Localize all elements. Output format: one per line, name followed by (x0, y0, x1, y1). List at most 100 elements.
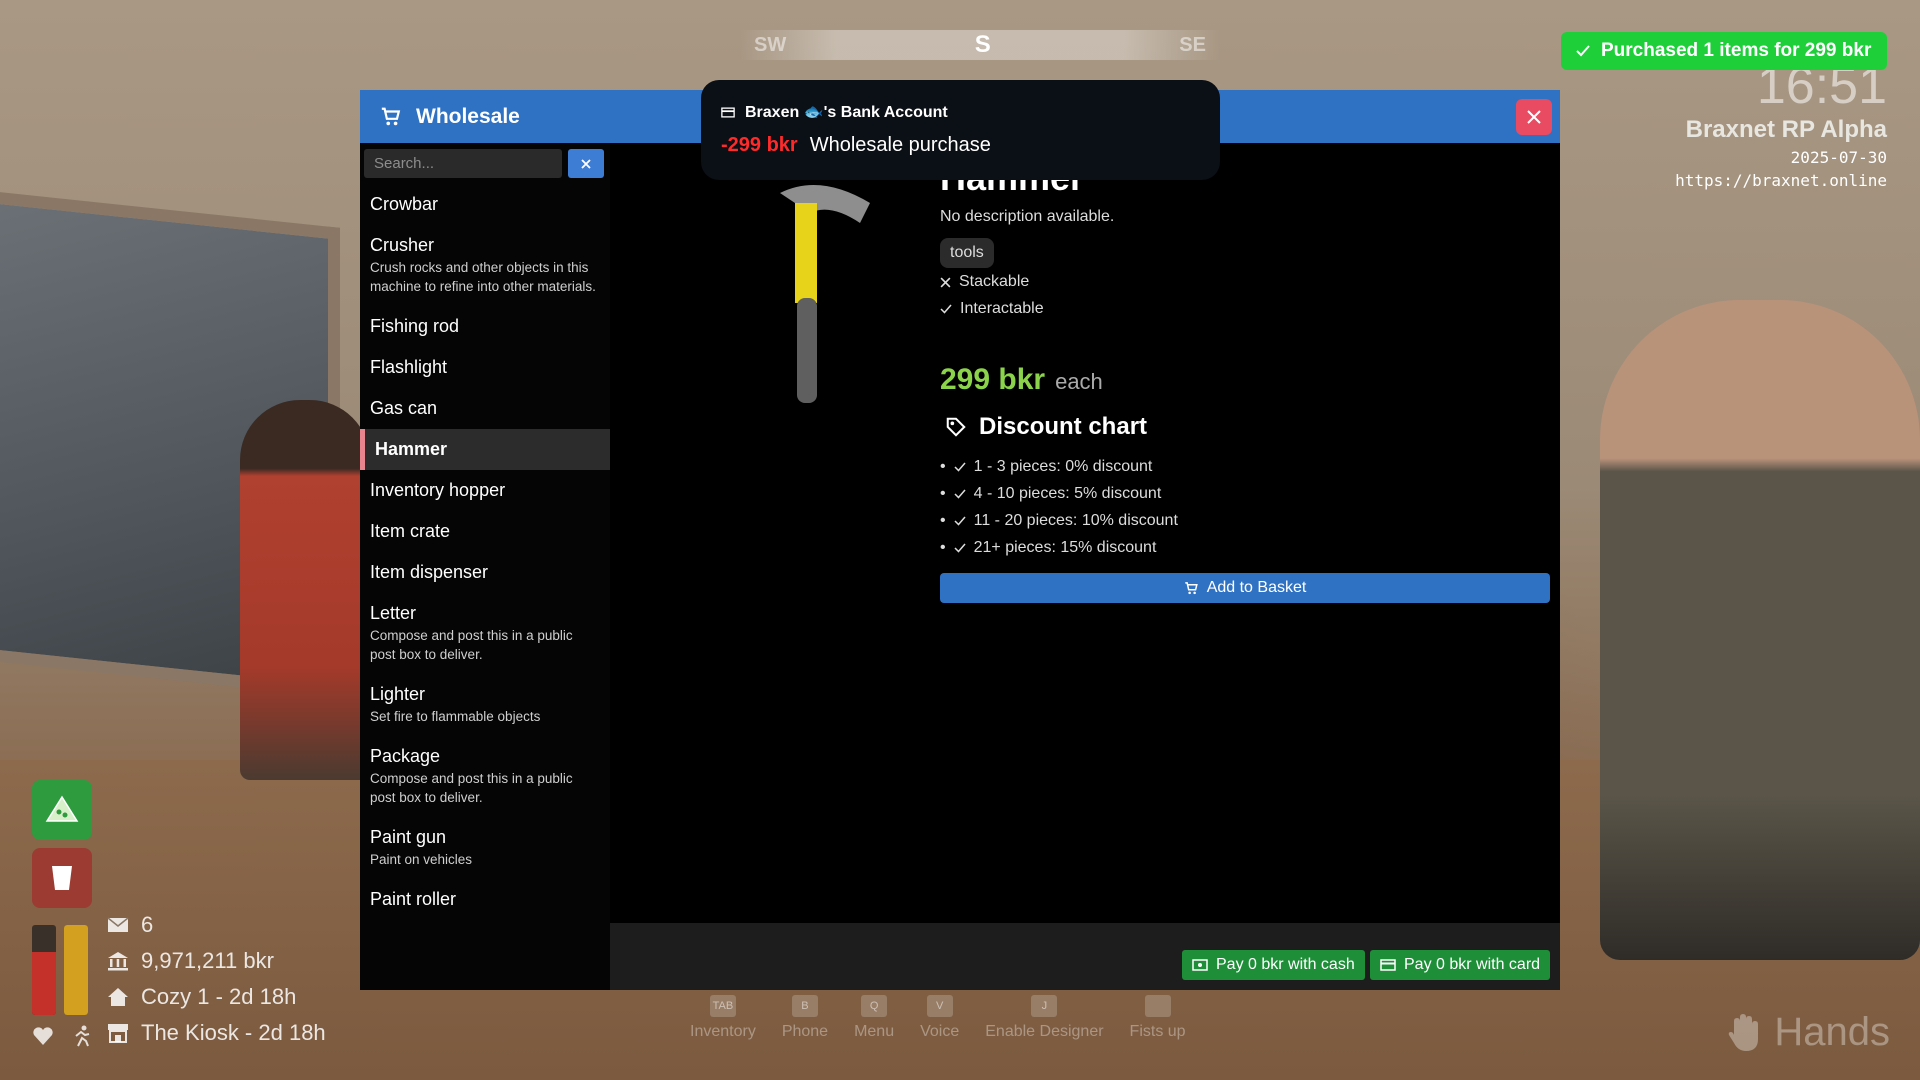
stackable-flag: Stackable (940, 273, 1029, 291)
mail-icon (107, 917, 129, 932)
item-detail: Hammer No description available. tools S… (610, 143, 1560, 923)
pay-card-button[interactable]: Pay 0 bkr with card (1370, 950, 1551, 980)
toast-text: Purchased 1 items for 299 bkr (1601, 40, 1872, 61)
bank-description: Wholesale purchase (809, 134, 991, 156)
money-amount: 9,971,211 bkr (141, 948, 274, 973)
item-name: Flashlight (370, 357, 448, 377)
close-icon (1527, 110, 1541, 124)
list-item[interactable]: Item crate (360, 511, 610, 552)
discount-chart-label: Discount chart (979, 413, 1148, 440)
item-name: Item crate (370, 521, 451, 541)
item-name: Package (370, 746, 441, 766)
hammer-image (780, 185, 870, 403)
item-sidebar: Crowbar Crusher Crush rocks and other obj… (360, 143, 610, 990)
discount-list: • 1 - 3 pieces: 0% discount • 4 - 10 piece… (940, 453, 1178, 561)
discount-item: • 4 - 10 pieces: 5% discount (940, 484, 1162, 502)
list-item[interactable]: Fishing rod (360, 306, 610, 347)
close-button[interactable] (1516, 99, 1552, 135)
item-tag: tools (940, 238, 994, 268)
cart-add-icon (1184, 581, 1198, 594)
item-name: Crusher (370, 235, 435, 255)
server-url: https://braxnet.online (1675, 171, 1887, 190)
tag-icon (946, 417, 966, 437)
list-item[interactable]: Crowbar (360, 184, 610, 225)
item-name: Item dispenser (370, 562, 489, 582)
list-item[interactable]: Gas can (360, 388, 610, 429)
item-name: Crowbar (370, 194, 439, 214)
store-icon (108, 1024, 128, 1043)
action-phone[interactable]: B Phone (782, 995, 828, 1041)
action-inventory[interactable]: TAB Inventory (690, 995, 756, 1041)
action-voice[interactable]: V Voice (920, 995, 959, 1041)
home-icon (108, 988, 128, 1006)
list-item[interactable]: Package Compose and post this in a public… (360, 736, 610, 817)
action-enable-designer[interactable]: J Enable Designer (985, 995, 1104, 1041)
item-desc: Crush rocks and other objects in this ma… (370, 260, 596, 294)
item-name: Lighter (370, 684, 426, 704)
vital-icons (32, 1025, 92, 1047)
compass-center: S (974, 31, 991, 58)
key-hint: B (791, 995, 818, 1017)
bank-account-name: Braxen 🐟's Bank Account (745, 104, 948, 121)
action-label: Fists up (1129, 1023, 1186, 1040)
cross-icon (940, 277, 951, 287)
key-hint: Q (861, 995, 888, 1017)
action-fists-up[interactable]: Fists up (1130, 995, 1186, 1041)
mail-stat: 6 (107, 912, 153, 938)
check-icon (954, 462, 966, 472)
job-icon-box (32, 780, 92, 840)
action-label: Voice (920, 1023, 960, 1040)
discount-text: 1 - 3 pieces: 0% discount (973, 457, 1153, 475)
item-name: Hammer (375, 439, 448, 459)
item-name: Inventory hopper (370, 480, 506, 500)
pay-cash-button[interactable]: Pay 0 bkr with cash (1182, 950, 1365, 980)
key-hint: J (1031, 995, 1058, 1017)
drink-icon-box (32, 848, 92, 908)
home-stat: Cozy 1 - 2d 18h (107, 984, 296, 1010)
list-item[interactable]: Inventory hopper (360, 470, 610, 511)
cart-icon (381, 107, 401, 125)
price: 299 bkr each (940, 363, 1103, 397)
search-clear-button[interactable] (568, 149, 604, 178)
list-item[interactable]: Letter Compose and post this in a public … (360, 593, 610, 674)
discount-item: • 11 - 20 pieces: 10% discount (940, 511, 1178, 529)
check-icon (940, 304, 952, 314)
key-hint (1144, 995, 1171, 1017)
price-unit: each (1055, 369, 1103, 394)
list-item[interactable]: Item dispenser (360, 552, 610, 593)
item-name: Paint roller (370, 889, 457, 909)
list-item[interactable]: Paint roller (360, 879, 610, 920)
heart-icon (33, 1027, 53, 1045)
list-item[interactable]: Lighter Set fire to flammable objects (360, 674, 610, 736)
home-property: Cozy 1 - 2d 18h (141, 984, 297, 1009)
compass: SW S SE (740, 30, 1220, 60)
shop-property: The Kiosk - 2d 18h (141, 1020, 326, 1045)
server-info: 16:51 Braxnet RP Alpha 2025-07-30 https:… (1675, 60, 1887, 190)
check-icon (954, 489, 966, 499)
search-input[interactable] (364, 149, 562, 178)
compass-left: SW (754, 33, 787, 56)
discount-item: • 1 - 3 pieces: 0% discount (940, 457, 1153, 475)
list-item[interactable]: Flashlight (360, 347, 610, 388)
wholesale-window: Wholesale Crowbar Crusher Crush rocks and… (360, 90, 1560, 990)
list-item-selected[interactable]: Hammer (360, 429, 610, 470)
list-item[interactable]: Crusher Crush rocks and other objects in … (360, 225, 610, 306)
hand-icon (1729, 1013, 1759, 1051)
action-label: Phone (781, 1023, 829, 1040)
bank-transaction: -299 bkr Wholesale purchase (721, 134, 1200, 157)
action-menu[interactable]: Q Menu (854, 995, 894, 1041)
check-icon (954, 516, 966, 526)
item-desc: Compose and post this in a public post b… (370, 771, 573, 805)
key-hint: V (926, 995, 953, 1017)
bank-amount: -299 bkr (721, 134, 798, 156)
compass-right: SE (1179, 33, 1206, 56)
discount-text: 21+ pieces: 15% discount (973, 538, 1157, 556)
action-label: Menu (854, 1023, 895, 1040)
key-hint: TAB (709, 995, 736, 1017)
action-label: Enable Designer (985, 1023, 1104, 1040)
list-item[interactable]: Paint gun Paint on vehicles (360, 817, 610, 879)
npc-right (1600, 300, 1920, 960)
stackable-label: Stackable (959, 273, 1030, 290)
bank-icon (108, 952, 128, 971)
add-to-basket-button[interactable]: Add to Basket (940, 573, 1550, 603)
